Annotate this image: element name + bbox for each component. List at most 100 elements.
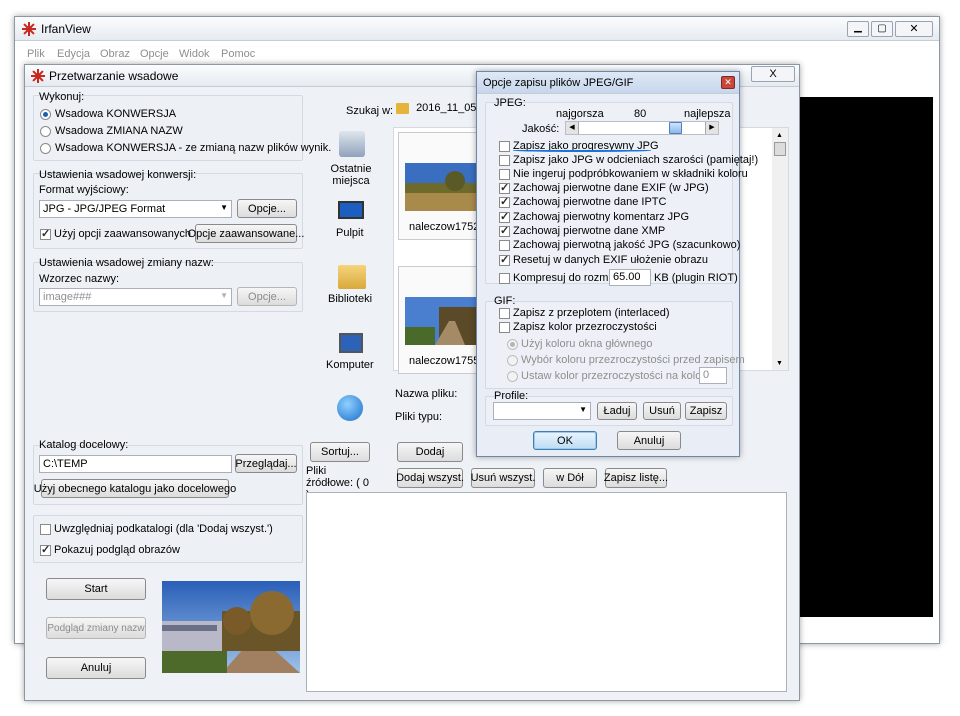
place-desktop[interactable]: Pulpit (321, 199, 381, 249)
jpeg-option-checkbox[interactable] (499, 141, 510, 152)
browse-button[interactable]: Przeglądaj... (235, 454, 297, 473)
profile-select[interactable]: ▼ (493, 402, 591, 420)
profile-delete-button[interactable]: Usuń (643, 402, 681, 420)
look-in-label: Szukaj w: (346, 105, 394, 117)
jpeg-option-label[interactable]: Zachowaj pierwotny komentarz JPG (513, 211, 689, 223)
jpeg-option-label[interactable]: Zachowaj pierwotne dane XMP (513, 225, 665, 237)
advanced-checkbox[interactable] (40, 227, 51, 240)
move-down-button[interactable]: w Dół (543, 468, 597, 488)
place-computer[interactable]: Komputer (321, 331, 381, 381)
chevron-down-icon: ▼ (220, 291, 228, 300)
sort-button[interactable]: Sortuj... (310, 442, 370, 462)
remove-all-button[interactable]: Usuń wszyst. (471, 468, 535, 488)
file-thumbnail (405, 297, 477, 345)
compress-size-input[interactable]: 65.00 (609, 269, 651, 286)
gif-interlaced-label[interactable]: Zapisz z przeplotem (interlaced) (513, 307, 670, 319)
file-thumbnail (405, 163, 477, 211)
jpeg-option-label[interactable]: Zapisz jako JPG w odcieniach szarości (p… (513, 154, 758, 166)
maximize-button[interactable]: ▢ (871, 21, 893, 37)
gif-transparent-checkbox[interactable] (499, 322, 510, 333)
slider-right-icon[interactable]: ▶ (705, 122, 718, 134)
menu-options[interactable]: Opcje (140, 48, 169, 60)
file-item[interactable]: naleczow1752 (398, 132, 482, 240)
gif-transparent-label[interactable]: Zapisz kolor przezroczystości (513, 321, 657, 333)
scroll-down-icon: ▼ (776, 360, 783, 367)
jpeg-close-button[interactable]: ✕ (721, 76, 735, 89)
subfolders-label[interactable]: Uwzględniaj podkatalogi (dla 'Dodaj wszy… (54, 523, 273, 535)
add-button[interactable]: Dodaj (397, 442, 463, 462)
chevron-down-icon: ▼ (579, 405, 587, 414)
desktop-icon (338, 201, 364, 219)
jpeg-option-checkbox[interactable] (499, 240, 510, 251)
irfanview-logo-icon (22, 22, 36, 36)
cancel-button[interactable]: Anuluj (46, 657, 146, 679)
slider-left-icon[interactable]: ◀ (566, 122, 579, 134)
mode-rename-label[interactable]: Wsadowa ZMIANA NAZW (55, 125, 183, 137)
menu-image[interactable]: Obraz (100, 48, 130, 60)
jpeg-cancel-button[interactable]: Anuluj (617, 431, 681, 450)
jpeg-option-checkbox[interactable] (499, 155, 510, 166)
menu-view[interactable]: Widok (179, 48, 210, 60)
mode-convert-rename-label[interactable]: Wsadowa KONWERSJA - ze zmianą nazw plikó… (55, 142, 331, 154)
add-all-button[interactable]: Dodaj wszyst. (396, 468, 464, 488)
gif-radio-choose (507, 355, 518, 366)
format-select[interactable]: JPG - JPG/JPEG Format ▼ (39, 200, 232, 218)
preview-checkbox[interactable] (40, 543, 51, 556)
advanced-label[interactable]: Użyj opcji zaawansowanych (54, 228, 191, 240)
file-list-scrollbar[interactable]: ▲ ▼ (772, 128, 788, 370)
jpeg-option-label[interactable]: Resetuj w danych EXIF ułożenie obrazu (513, 254, 708, 266)
subfolders-checkbox[interactable] (40, 524, 51, 535)
mode-convert-radio[interactable] (40, 109, 51, 120)
place-recent[interactable]: Ostatnie miejsca (321, 131, 381, 191)
target-path-input[interactable]: C:\TEMP (39, 455, 232, 473)
menu-file[interactable]: Plik (27, 48, 45, 60)
close-window-button[interactable]: ✕ (895, 21, 933, 37)
format-value: JPG - JPG/JPEG Format (43, 203, 166, 215)
jpeg-option-checkbox[interactable] (499, 169, 510, 180)
batch-close-button[interactable]: X (751, 66, 795, 82)
place-recent-label: Ostatnie miejsca (330, 163, 372, 187)
main-title: IrfanView (41, 22, 91, 36)
jpeg-option-checkbox[interactable] (499, 210, 510, 223)
mode-convert-rename-radio[interactable] (40, 143, 51, 154)
batch-title: Przetwarzanie wsadowe (49, 69, 179, 83)
place-network[interactable] (321, 393, 381, 423)
jpeg-option-label[interactable]: Zachowaj pierwotne dane IPTC (513, 196, 666, 208)
jpeg-option-checkbox[interactable] (499, 224, 510, 237)
source-files-list[interactable] (306, 492, 787, 692)
jpeg-option-label[interactable]: Zachowaj pierwotną jakość JPG (szacunkow… (513, 239, 740, 251)
preview-label[interactable]: Pokazuj podgląd obrazów (54, 544, 180, 556)
advanced-options-button[interactable]: Opcje zaawansowane... (188, 224, 304, 243)
profile-save-button[interactable]: Zapisz (685, 402, 727, 420)
look-in-select[interactable]: 2016_11_05lp (393, 100, 485, 120)
use-current-folder-button[interactable]: Użyj obecnego katalogu jako docelowego (34, 479, 236, 498)
mode-rename-radio[interactable] (40, 126, 51, 137)
menu-edit[interactable]: Edycja (57, 48, 90, 60)
rename-label: Ustawienia wsadowej zmiany nazw: (39, 257, 214, 269)
jpeg-option-label[interactable]: Zachowaj pierwotne dane EXIF (w JPG) (513, 182, 709, 194)
mode-convert-label[interactable]: Wsadowa KONWERSJA (55, 108, 176, 120)
file-item[interactable]: naleczow1755 (398, 266, 482, 374)
profile-load-button[interactable]: Ładuj (597, 402, 637, 420)
jpeg-option-checkbox[interactable] (499, 253, 510, 266)
jpeg-option-label[interactable]: Nie ingeruj podpróbkowaniem w składniki … (513, 168, 748, 180)
gif-interlaced-checkbox[interactable] (499, 308, 510, 319)
file-name: naleczow1755 (409, 355, 480, 367)
menu-help[interactable]: Pomoc (221, 48, 255, 60)
scroll-thumb[interactable] (774, 142, 786, 156)
compress-checkbox[interactable] (499, 273, 510, 284)
jpeg-option-checkbox[interactable] (499, 181, 510, 194)
progressive-underline (513, 149, 651, 152)
minimize-button[interactable]: ▁ (847, 21, 869, 37)
quality-slider[interactable]: ◀ ▶ (565, 121, 719, 135)
chevron-down-icon: ▼ (220, 203, 228, 212)
save-list-button[interactable]: Zapisz listę... (604, 468, 668, 488)
quality-slider-thumb[interactable] (669, 122, 682, 134)
start-button[interactable]: Start (46, 578, 146, 600)
place-libraries[interactable]: Biblioteki (321, 263, 381, 313)
menu-bar: Plik Edycja Obraz Opcje Widok Pomoc (15, 45, 939, 63)
ok-button[interactable]: OK (533, 431, 597, 450)
jpeg-option-checkbox[interactable] (499, 195, 510, 208)
gif-radio-color-nr-label: Ustaw kolor przezroczystości na kolor nr… (521, 370, 724, 382)
format-options-button[interactable]: Opcje... (237, 199, 297, 218)
